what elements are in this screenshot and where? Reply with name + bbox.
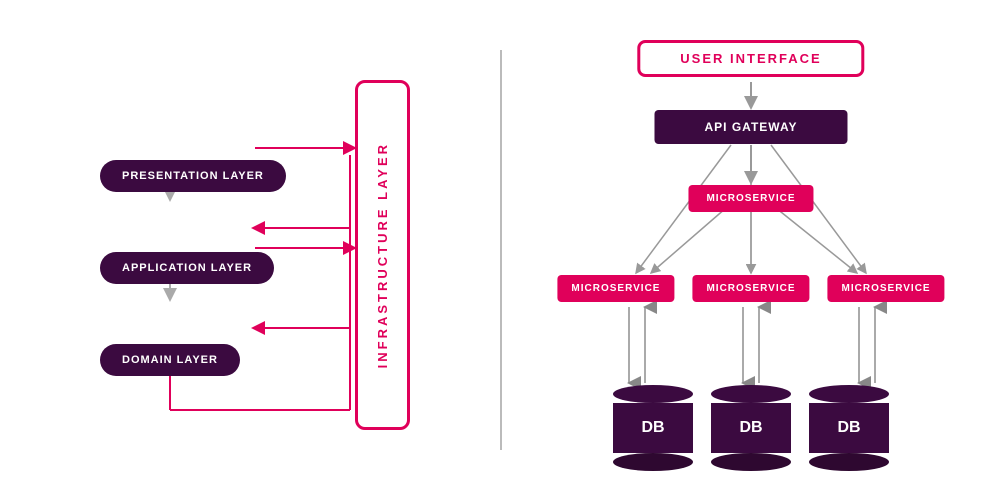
db-left-body: DB bbox=[613, 403, 693, 453]
db-right: DB bbox=[809, 385, 889, 471]
db-right-body: DB bbox=[809, 403, 889, 453]
db-right-bottom bbox=[809, 453, 889, 471]
db-left: DB bbox=[613, 385, 693, 471]
infrastructure-box: INFRASTRUCTURE LAYER bbox=[355, 80, 410, 430]
microservice-row: MICROSERVICE MICROSERVICE MICROSERVICE bbox=[557, 275, 944, 302]
api-gateway-box: API GATEWAY bbox=[654, 110, 847, 144]
layers-stack: PRESENTATION LAYER APPLICATION LAYER DOM… bbox=[100, 100, 286, 376]
microservice-right-box: MICROSERVICE bbox=[828, 275, 945, 302]
right-diagram: USER INTERFACE API GATEWAY MICROSERVICE … bbox=[541, 30, 961, 470]
microservice-top-box: MICROSERVICE bbox=[688, 185, 813, 212]
left-panel: PRESENTATION LAYER APPLICATION LAYER DOM… bbox=[0, 0, 500, 500]
db-middle-body: DB bbox=[711, 403, 791, 453]
left-diagram: PRESENTATION LAYER APPLICATION LAYER DOM… bbox=[80, 60, 420, 440]
db-left-top bbox=[613, 385, 693, 403]
database-row: DB DB DB bbox=[613, 385, 889, 471]
application-layer-box: APPLICATION LAYER bbox=[100, 252, 274, 284]
presentation-layer-box: PRESENTATION LAYER bbox=[100, 160, 286, 192]
infrastructure-label: INFRASTRUCTURE LAYER bbox=[375, 142, 390, 368]
db-middle-bottom bbox=[711, 453, 791, 471]
user-interface-box: USER INTERFACE bbox=[637, 40, 864, 77]
right-panel: USER INTERFACE API GATEWAY MICROSERVICE … bbox=[502, 0, 1000, 500]
microservice-middle-box: MICROSERVICE bbox=[692, 275, 809, 302]
db-middle-top bbox=[711, 385, 791, 403]
db-middle: DB bbox=[711, 385, 791, 471]
db-left-bottom bbox=[613, 453, 693, 471]
db-right-top bbox=[809, 385, 889, 403]
microservice-left-box: MICROSERVICE bbox=[557, 275, 674, 302]
domain-layer-box: DOMAIN LAYER bbox=[100, 344, 240, 376]
